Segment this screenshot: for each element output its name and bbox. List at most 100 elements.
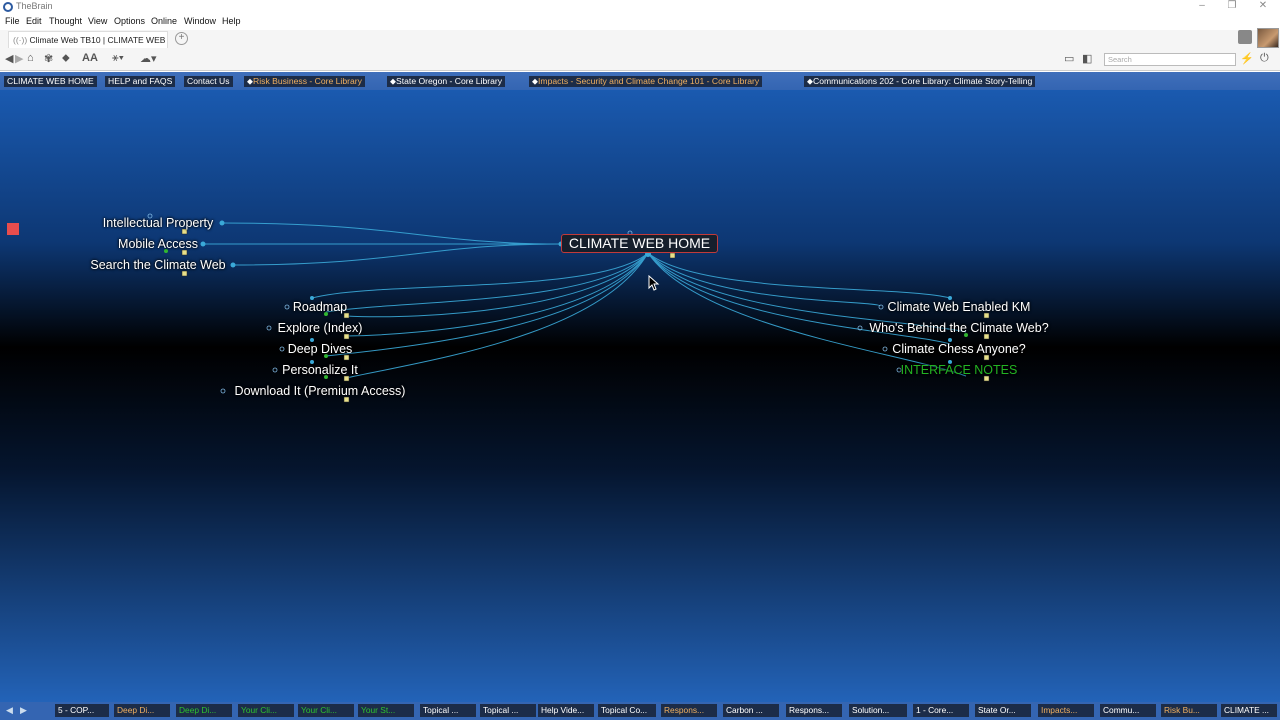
link-line — [232, 243, 562, 266]
history-item[interactable]: Topical Co... — [598, 704, 656, 717]
link-line — [647, 252, 967, 377]
layout-icon[interactable]: ⚹▾ — [112, 52, 124, 65]
history-item[interactable]: Commu... — [1100, 704, 1156, 717]
thought-intellectual-property[interactable]: Intellectual Property — [103, 216, 213, 230]
thought-interface-notes[interactable]: INTERFACE NOTES — [901, 363, 1018, 377]
history-item[interactable]: Your Cli... — [298, 704, 354, 717]
history-item[interactable]: Your St... — [358, 704, 414, 717]
search-input[interactable]: Search — [1104, 53, 1236, 66]
thought-climate-chess[interactable]: Climate Chess Anyone? — [892, 342, 1025, 356]
thought-explore-index[interactable]: Explore (Index) — [278, 321, 363, 335]
history-item[interactable]: Solution... — [849, 704, 907, 717]
thought-deep-dives[interactable]: Deep Dives — [288, 342, 353, 356]
link-dot — [272, 367, 278, 373]
tab-label: Climate Web TB10 | CLIMATE WEB H... — [29, 35, 168, 45]
title-bar: TheBrain – ❐ ✕ — [0, 0, 1280, 15]
tab-bar: ((·)) Climate Web TB10 | CLIMATE WEB H..… — [0, 30, 1280, 49]
stop-recording-button[interactable] — [7, 223, 19, 235]
back-icon[interactable]: ◀ — [5, 52, 13, 65]
power-icon[interactable]: ⏻ — [1260, 52, 1269, 65]
note-icon — [669, 252, 676, 259]
avatar[interactable] — [1257, 28, 1279, 48]
thought-search-climate-web[interactable]: Search the Climate Web — [90, 258, 225, 272]
link-line — [345, 252, 649, 318]
panel-toggle-icon[interactable]: ▭ — [1064, 52, 1074, 65]
menu-online[interactable]: Online — [151, 16, 177, 26]
history-item[interactable]: CLIMATE ... — [1221, 704, 1277, 717]
lightning-icon[interactable]: ⚡ — [1240, 52, 1254, 65]
history-bar: ◀ ▶ 5 - COP... Deep Di... Deep Di... You… — [0, 702, 1280, 720]
link-lines — [147, 213, 990, 403]
history-item[interactable]: Risk Bu... — [1161, 704, 1217, 717]
history-back-icon[interactable]: ◀ — [6, 705, 13, 716]
home-icon[interactable]: ⌂ — [27, 52, 34, 64]
brain-icon[interactable]: ✾ — [44, 52, 53, 65]
menu-options[interactable]: Options — [114, 16, 145, 26]
thought-mobile-access[interactable]: Mobile Access — [118, 237, 198, 251]
history-item[interactable]: Respons... — [661, 704, 717, 717]
thought-roadmap[interactable]: Roadmap — [293, 300, 347, 314]
history-item[interactable]: Topical ... — [480, 704, 536, 717]
link-dot — [200, 241, 206, 247]
thought-personalize-it[interactable]: Personalize It — [282, 363, 358, 377]
history-item[interactable]: Deep Di... — [176, 704, 232, 717]
menu-file[interactable]: File — [5, 16, 20, 26]
pin-label: Communications 202 - Core Library: Clima… — [813, 76, 1033, 86]
link-dot — [284, 304, 290, 310]
history-item[interactable]: 1 - Core... — [913, 704, 969, 717]
thebrain-logo-icon — [3, 2, 13, 12]
sidebar-toggle-icon[interactable]: ◧ — [1082, 52, 1092, 65]
menu-help[interactable]: Help — [222, 16, 241, 26]
toolbar: ◀ ▶ ⌂ ✾ ⬥ AA ⚹▾ ☁▾ ▭ ◧ ⚡ ⏻ — [0, 48, 1280, 71]
brain-tab[interactable]: ((·)) Climate Web TB10 | CLIMATE WEB H..… — [8, 31, 168, 48]
minimize-icon[interactable]: – — [1192, 0, 1212, 11]
pin-communications-202[interactable]: ⬥Communications 202 - Core Library: Clim… — [804, 76, 1036, 87]
menu-thought[interactable]: Thought — [49, 16, 82, 26]
forward-icon[interactable]: ▶ — [15, 52, 23, 65]
plex-canvas[interactable]: CLIMATE WEB HOME Intellectual Property M… — [0, 90, 1280, 702]
pin-label: State Oregon - Core Library — [396, 76, 503, 86]
active-thought[interactable]: CLIMATE WEB HOME — [561, 234, 718, 253]
cloud-sync-icon[interactable]: ☁▾ — [140, 52, 157, 65]
mouse-cursor-icon — [648, 275, 660, 291]
pin-contact-us[interactable]: Contact Us — [184, 76, 233, 87]
pin-label: Risk Business - Core Library — [253, 76, 362, 86]
pin-risk-business[interactable]: ⬥Risk Business - Core Library — [244, 76, 365, 87]
history-item[interactable]: Help Vide... — [538, 704, 594, 717]
brain-settings-icon[interactable] — [1238, 30, 1252, 44]
thought-whos-behind[interactable]: Who's Behind the Climate Web? — [869, 321, 1048, 335]
link-line — [325, 252, 649, 357]
history-item[interactable]: Deep Di... — [114, 704, 170, 717]
menu-window[interactable]: Window — [184, 16, 216, 26]
tag-icon[interactable]: ⬥ — [62, 52, 70, 65]
link-dot — [279, 346, 285, 352]
history-item[interactable]: 5 - COP... — [55, 704, 109, 717]
history-item[interactable]: Carbon ... — [723, 704, 779, 717]
history-item[interactable]: State Or... — [975, 704, 1031, 717]
history-item[interactable]: Impacts... — [1038, 704, 1094, 717]
menu-edit[interactable]: Edit — [26, 16, 42, 26]
menu-bar: File Edit Thought View Options Online Wi… — [0, 15, 1280, 30]
window-title: TheBrain — [16, 1, 53, 11]
pin-help-faqs[interactable]: HELP and FAQS — [105, 76, 176, 87]
thought-download-it[interactable]: Download It (Premium Access) — [235, 384, 406, 398]
pin-impacts-security[interactable]: ⬥Impacts - Security and Climate Change 1… — [529, 76, 763, 87]
menu-view[interactable]: View — [88, 16, 107, 26]
link-line — [345, 252, 649, 337]
history-item[interactable]: Topical ... — [420, 704, 476, 717]
history-item[interactable]: Respons... — [786, 704, 842, 717]
thought-climate-web-enabled-km[interactable]: Climate Web Enabled KM — [888, 300, 1031, 314]
pin-climate-web-home[interactable]: CLIMATE WEB HOME — [4, 76, 97, 87]
link-line — [221, 222, 562, 245]
link-line — [647, 252, 881, 307]
link-dot — [230, 262, 236, 268]
history-forward-icon[interactable]: ▶ — [20, 705, 27, 716]
pins-bar: CLIMATE WEB HOME HELP and FAQS Contact U… — [0, 72, 1280, 90]
history-item[interactable]: Your Cli... — [238, 704, 294, 717]
font-size-icon[interactable]: AA — [82, 52, 98, 64]
link-dot — [882, 346, 888, 352]
add-tab-button[interactable]: + — [175, 32, 188, 45]
restore-icon[interactable]: ❐ — [1222, 0, 1242, 11]
close-icon[interactable]: ✕ — [1253, 0, 1273, 11]
pin-state-oregon[interactable]: ⬥State Oregon - Core Library — [387, 76, 506, 87]
